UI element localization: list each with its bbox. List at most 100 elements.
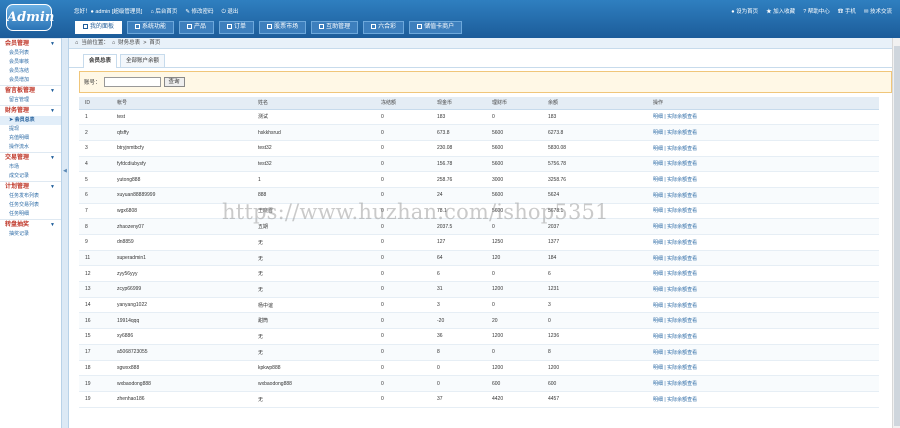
tab-system[interactable]: 系统功能	[127, 21, 175, 34]
scrollbar[interactable]	[892, 38, 900, 428]
logout-link[interactable]: ⏻ 退出	[221, 7, 238, 16]
sidebar-item-member-add[interactable]: 会员增加	[0, 76, 61, 85]
sidebar-item-flow[interactable]: 操作流水	[0, 143, 61, 152]
sidebar-splitter[interactable]: ◀	[62, 38, 69, 428]
row-actions[interactable]: 明细 | 实际余额查看	[647, 281, 879, 298]
table-cell: 600	[542, 375, 647, 392]
sidebar-item-member-summary[interactable]: ➤ 会员总表	[0, 116, 61, 125]
tab-mutual-aid[interactable]: 互助管理	[311, 21, 359, 34]
table-cell: 测试	[252, 109, 375, 126]
table-cell: 19	[79, 375, 111, 392]
table-cell: 0	[375, 218, 431, 235]
table-row: 12 zyy56yyy 无 0 6 0 6 明细 | 实际余额查看	[79, 265, 879, 283]
collapse-arrow-icon[interactable]: ◀	[63, 168, 67, 174]
tab-square-icon	[371, 24, 377, 29]
row-actions[interactable]: 明细 | 实际余额查看	[647, 344, 879, 361]
table-cell: 0	[486, 265, 542, 283]
home-icon: ⌂	[75, 39, 79, 46]
tab-member-summary[interactable]: 会员总表	[83, 54, 118, 68]
tech-exchange-link[interactable]: ✉ 技术交流	[864, 7, 892, 15]
breadcrumb-home-icon: ⌂	[111, 39, 116, 46]
table-cell: 无	[252, 328, 375, 345]
search-input[interactable]	[103, 77, 161, 87]
table-cell: 0	[375, 109, 431, 126]
scrollbar-thumb[interactable]	[894, 46, 900, 426]
tab-all-balances[interactable]: 全部账户余额	[120, 54, 166, 67]
sidebar-section-lottery[interactable]: 转盘抽奖 ▼	[0, 219, 61, 230]
table-cell: 258.76	[431, 171, 486, 188]
sidebar-section-trade[interactable]: 交易管理 ▼	[0, 152, 61, 163]
sub-tabs: 会员总表 全部账户余额	[69, 49, 900, 68]
set-homepage-link[interactable]: ● 设为首页	[731, 7, 758, 15]
tab-stored-card[interactable]: 储值卡商户	[409, 21, 463, 34]
row-actions[interactable]: 明细 | 实际余额查看	[647, 171, 879, 188]
row-actions[interactable]: 明细 | 实际余额查看	[647, 265, 879, 283]
top-right-links: ● 设为首页 ★ 加入收藏 ? 帮助中心 ☎ 手机 ✉ 技术交流	[731, 7, 892, 15]
search-button[interactable]: 查询	[163, 77, 185, 87]
row-actions[interactable]: 明细 | 实际余额查看	[647, 297, 879, 314]
sidebar-item-deal-records[interactable]: 成交记录	[0, 172, 61, 181]
row-actions[interactable]: 明细 | 实际余额查看	[647, 124, 879, 141]
sidebar-item-member-list[interactable]: 会员列表	[0, 49, 61, 58]
sidebar-item-task-publish[interactable]: 任务发布列表	[0, 192, 61, 201]
sidebar-section-messages[interactable]: 留言板管理 ▼	[0, 85, 61, 96]
table-cell: 甜筒	[252, 312, 375, 330]
breadcrumb-item[interactable]: 财务总表	[118, 38, 140, 49]
row-actions[interactable]: 明细 | 实际余额查看	[647, 203, 879, 220]
table-cell: 0	[375, 265, 431, 283]
help-center-link[interactable]: ? 帮助中心	[803, 7, 830, 15]
table-cell: hskkhsrud	[252, 124, 375, 141]
add-favorite-link[interactable]: ★ 加入收藏	[766, 7, 795, 15]
tab-orders[interactable]: 订单	[219, 21, 255, 34]
table-cell: wxbaodong888	[252, 375, 375, 392]
row-actions[interactable]: 明细 | 实际余额查看	[647, 328, 879, 345]
row-actions[interactable]: 明细 | 实际余额查看	[647, 391, 879, 408]
row-actions[interactable]: 明细 | 实际余额查看	[647, 234, 879, 251]
table-cell: 19914qqq	[111, 312, 252, 330]
table-cell: 14	[79, 297, 111, 314]
user-info-bar: 您好！● admin [超级管理员] ⌂ 后台首页 ✎ 修改密码 ⏻ 退出	[74, 7, 238, 16]
mobile-link[interactable]: ☎ 手机	[838, 7, 856, 15]
sidebar-item-member-review[interactable]: 会员审核	[0, 58, 61, 67]
sidebar-section-plans[interactable]: 计划管理 ▼	[0, 181, 61, 192]
row-actions[interactable]: 明细 | 实际余额查看	[647, 187, 879, 204]
sidebar-item-withdraw[interactable]: 提现	[0, 125, 61, 134]
table-cell: 184	[542, 250, 647, 267]
row-actions[interactable]: 明细 | 实际余额查看	[647, 250, 879, 267]
tab-lottery[interactable]: 六合彩	[363, 21, 405, 34]
table-cell: 2	[79, 124, 111, 141]
tab-products[interactable]: 产品	[179, 21, 215, 34]
table-cell: 0	[431, 375, 486, 392]
sidebar-item-market[interactable]: 市场	[0, 163, 61, 172]
table-cell: 36	[431, 328, 486, 345]
row-actions[interactable]: 明细 | 实际余额查看	[647, 360, 879, 377]
table-cell: 4457	[542, 391, 647, 408]
sidebar-item-message-manage[interactable]: 留言管理	[0, 96, 61, 105]
table-cell: 3	[79, 140, 111, 157]
change-password-link[interactable]: ✎ 修改密码	[185, 7, 213, 16]
tab-my-panel[interactable]: 我的面板	[75, 21, 123, 34]
table-header-row: ID 帐号 姓名 冻结额 现金币 理财币 余额 操作	[79, 97, 879, 110]
row-actions[interactable]: 明细 | 实际余额查看	[647, 218, 879, 235]
breadcrumb-item[interactable]: 首页	[149, 38, 160, 49]
sidebar-item-recharge-detail[interactable]: 充值明细	[0, 134, 61, 143]
tab-stock-market[interactable]: 股票市场	[259, 21, 307, 34]
table-cell: 0	[375, 297, 431, 314]
sidebar-section-members[interactable]: 会员管理 ▼	[0, 38, 61, 49]
sidebar-item-member-freeze[interactable]: 会员冻结	[0, 67, 61, 76]
table-cell: 1200	[542, 360, 647, 377]
row-actions[interactable]: 明细 | 实际余额查看	[647, 109, 879, 126]
column-header: ID	[79, 97, 111, 110]
table-cell: 无	[252, 250, 375, 267]
sidebar-section-finance[interactable]: 财务管理 ▼	[0, 105, 61, 116]
row-actions[interactable]: 明细 | 实际余额查看	[647, 375, 879, 392]
sidebar-item-lottery-records[interactable]: 抽奖记录	[0, 230, 61, 239]
home-link[interactable]: ⌂ 后台首页	[150, 7, 177, 16]
table-cell: 1377	[542, 234, 647, 251]
row-actions[interactable]: 明细 | 实际余额查看	[647, 140, 879, 157]
sidebar-item-task-detail[interactable]: 任务明细	[0, 210, 61, 219]
tab-square-icon	[417, 24, 423, 29]
row-actions[interactable]: 明细 | 实际余额查看	[647, 156, 879, 173]
sidebar-item-task-trade[interactable]: 任务交易列表	[0, 201, 61, 210]
row-actions[interactable]: 明细 | 实际余额查看	[647, 312, 879, 330]
